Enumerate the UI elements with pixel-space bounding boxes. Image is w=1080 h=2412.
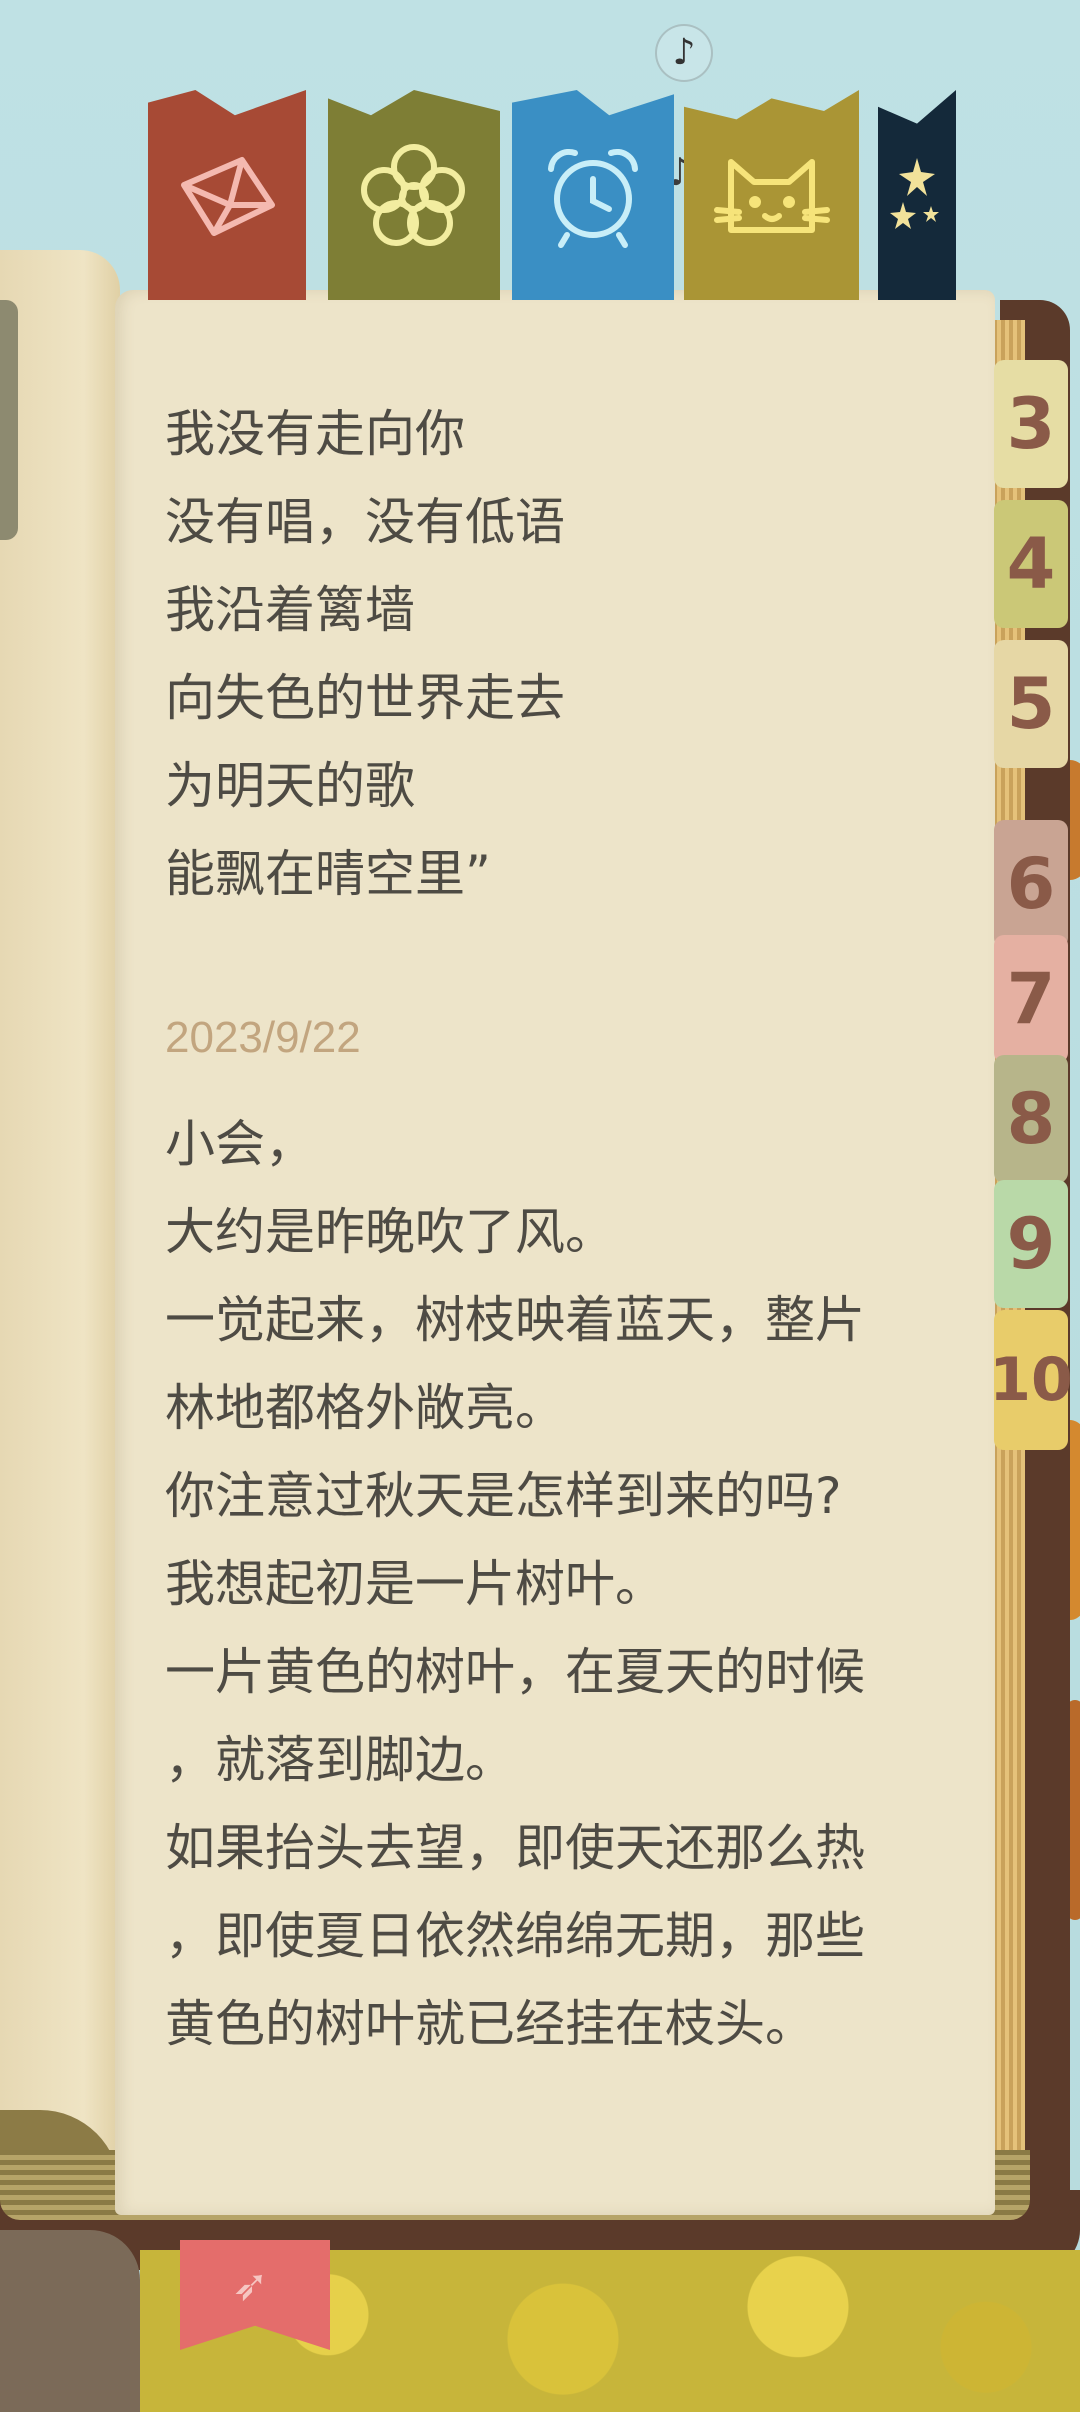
poem-line: 没有唱，没有低语 — [165, 493, 565, 551]
number-tab[interactable]: 8 — [994, 1055, 1068, 1183]
poem-line: 我沿着篱墙 — [165, 581, 415, 639]
music-note-icon: ♪ — [672, 32, 696, 73]
entry-line: 我想起初是一片树叶。 — [165, 1555, 665, 1613]
number-tab[interactable]: 4 — [994, 500, 1068, 628]
entry-body: 小会， 大约是昨晚吹了风。 一觉起来，树枝映着蓝天，整片 林地都格外敞亮。 你注… — [165, 1100, 935, 2068]
entry-line: 黄色的树叶就已经挂在枝头。 — [165, 1995, 815, 2053]
number-tab[interactable]: 5 — [994, 640, 1068, 768]
entry-line: ，就落到脚边。 — [165, 1731, 515, 1789]
entry-line: 林地都格外敞亮。 — [165, 1379, 565, 1437]
poem-line: 能飘在晴空里” — [165, 845, 491, 903]
music-toggle-button[interactable]: ♪ — [655, 24, 713, 82]
number-tab[interactable]: 6 — [994, 820, 1068, 948]
tab-clock[interactable] — [512, 90, 674, 300]
entry-line: 一觉起来，树枝映着蓝天，整片 — [165, 1291, 865, 1349]
bird-bookmark-icon: ➶ — [232, 2260, 269, 2311]
left-page-tab[interactable] — [0, 300, 18, 540]
tab-cat[interactable] — [684, 90, 859, 300]
cat-icon — [714, 159, 830, 233]
entry-line: 小会， — [165, 1115, 315, 1173]
entry-line: ，即使夏日依然绵绵无期，那些 — [165, 1907, 865, 1965]
envelope-icon — [181, 157, 275, 236]
entry-line: 一片黄色的树叶，在夏天的时候 — [165, 1643, 865, 1701]
poem-line: 向失色的世界走去 — [165, 669, 565, 727]
number-tab[interactable]: 3 — [994, 360, 1068, 488]
rock-decoration — [0, 2230, 140, 2412]
poem-line: 为明天的歌 — [165, 757, 415, 815]
flower-icon — [361, 144, 465, 246]
alarm-clock-icon — [548, 148, 638, 248]
number-tab[interactable]: 10 — [989, 1310, 1073, 1450]
entry-line: 你注意过秋天是怎样到来的吗? — [165, 1467, 842, 1525]
poem-line: 我没有走向你 — [165, 405, 465, 463]
tab-flower[interactable] — [328, 90, 500, 300]
book-left-page — [0, 250, 120, 2200]
entry-line: 大约是昨晚吹了风。 — [165, 1203, 615, 1261]
number-tab[interactable]: 7 — [994, 935, 1068, 1063]
number-tab[interactable]: 9 — [994, 1180, 1068, 1308]
tab-mail[interactable] — [148, 90, 306, 300]
poem-block: 我没有走向你 没有唱，没有低语 我沿着篱墙 向失色的世界走去 为明天的歌 能飘在… — [165, 390, 965, 918]
entry-line: 如果抬头去望，即使天还那么热 — [165, 1819, 865, 1877]
entry-date: 2023/9/22 — [165, 1013, 361, 1062]
stars-icon — [890, 158, 939, 229]
